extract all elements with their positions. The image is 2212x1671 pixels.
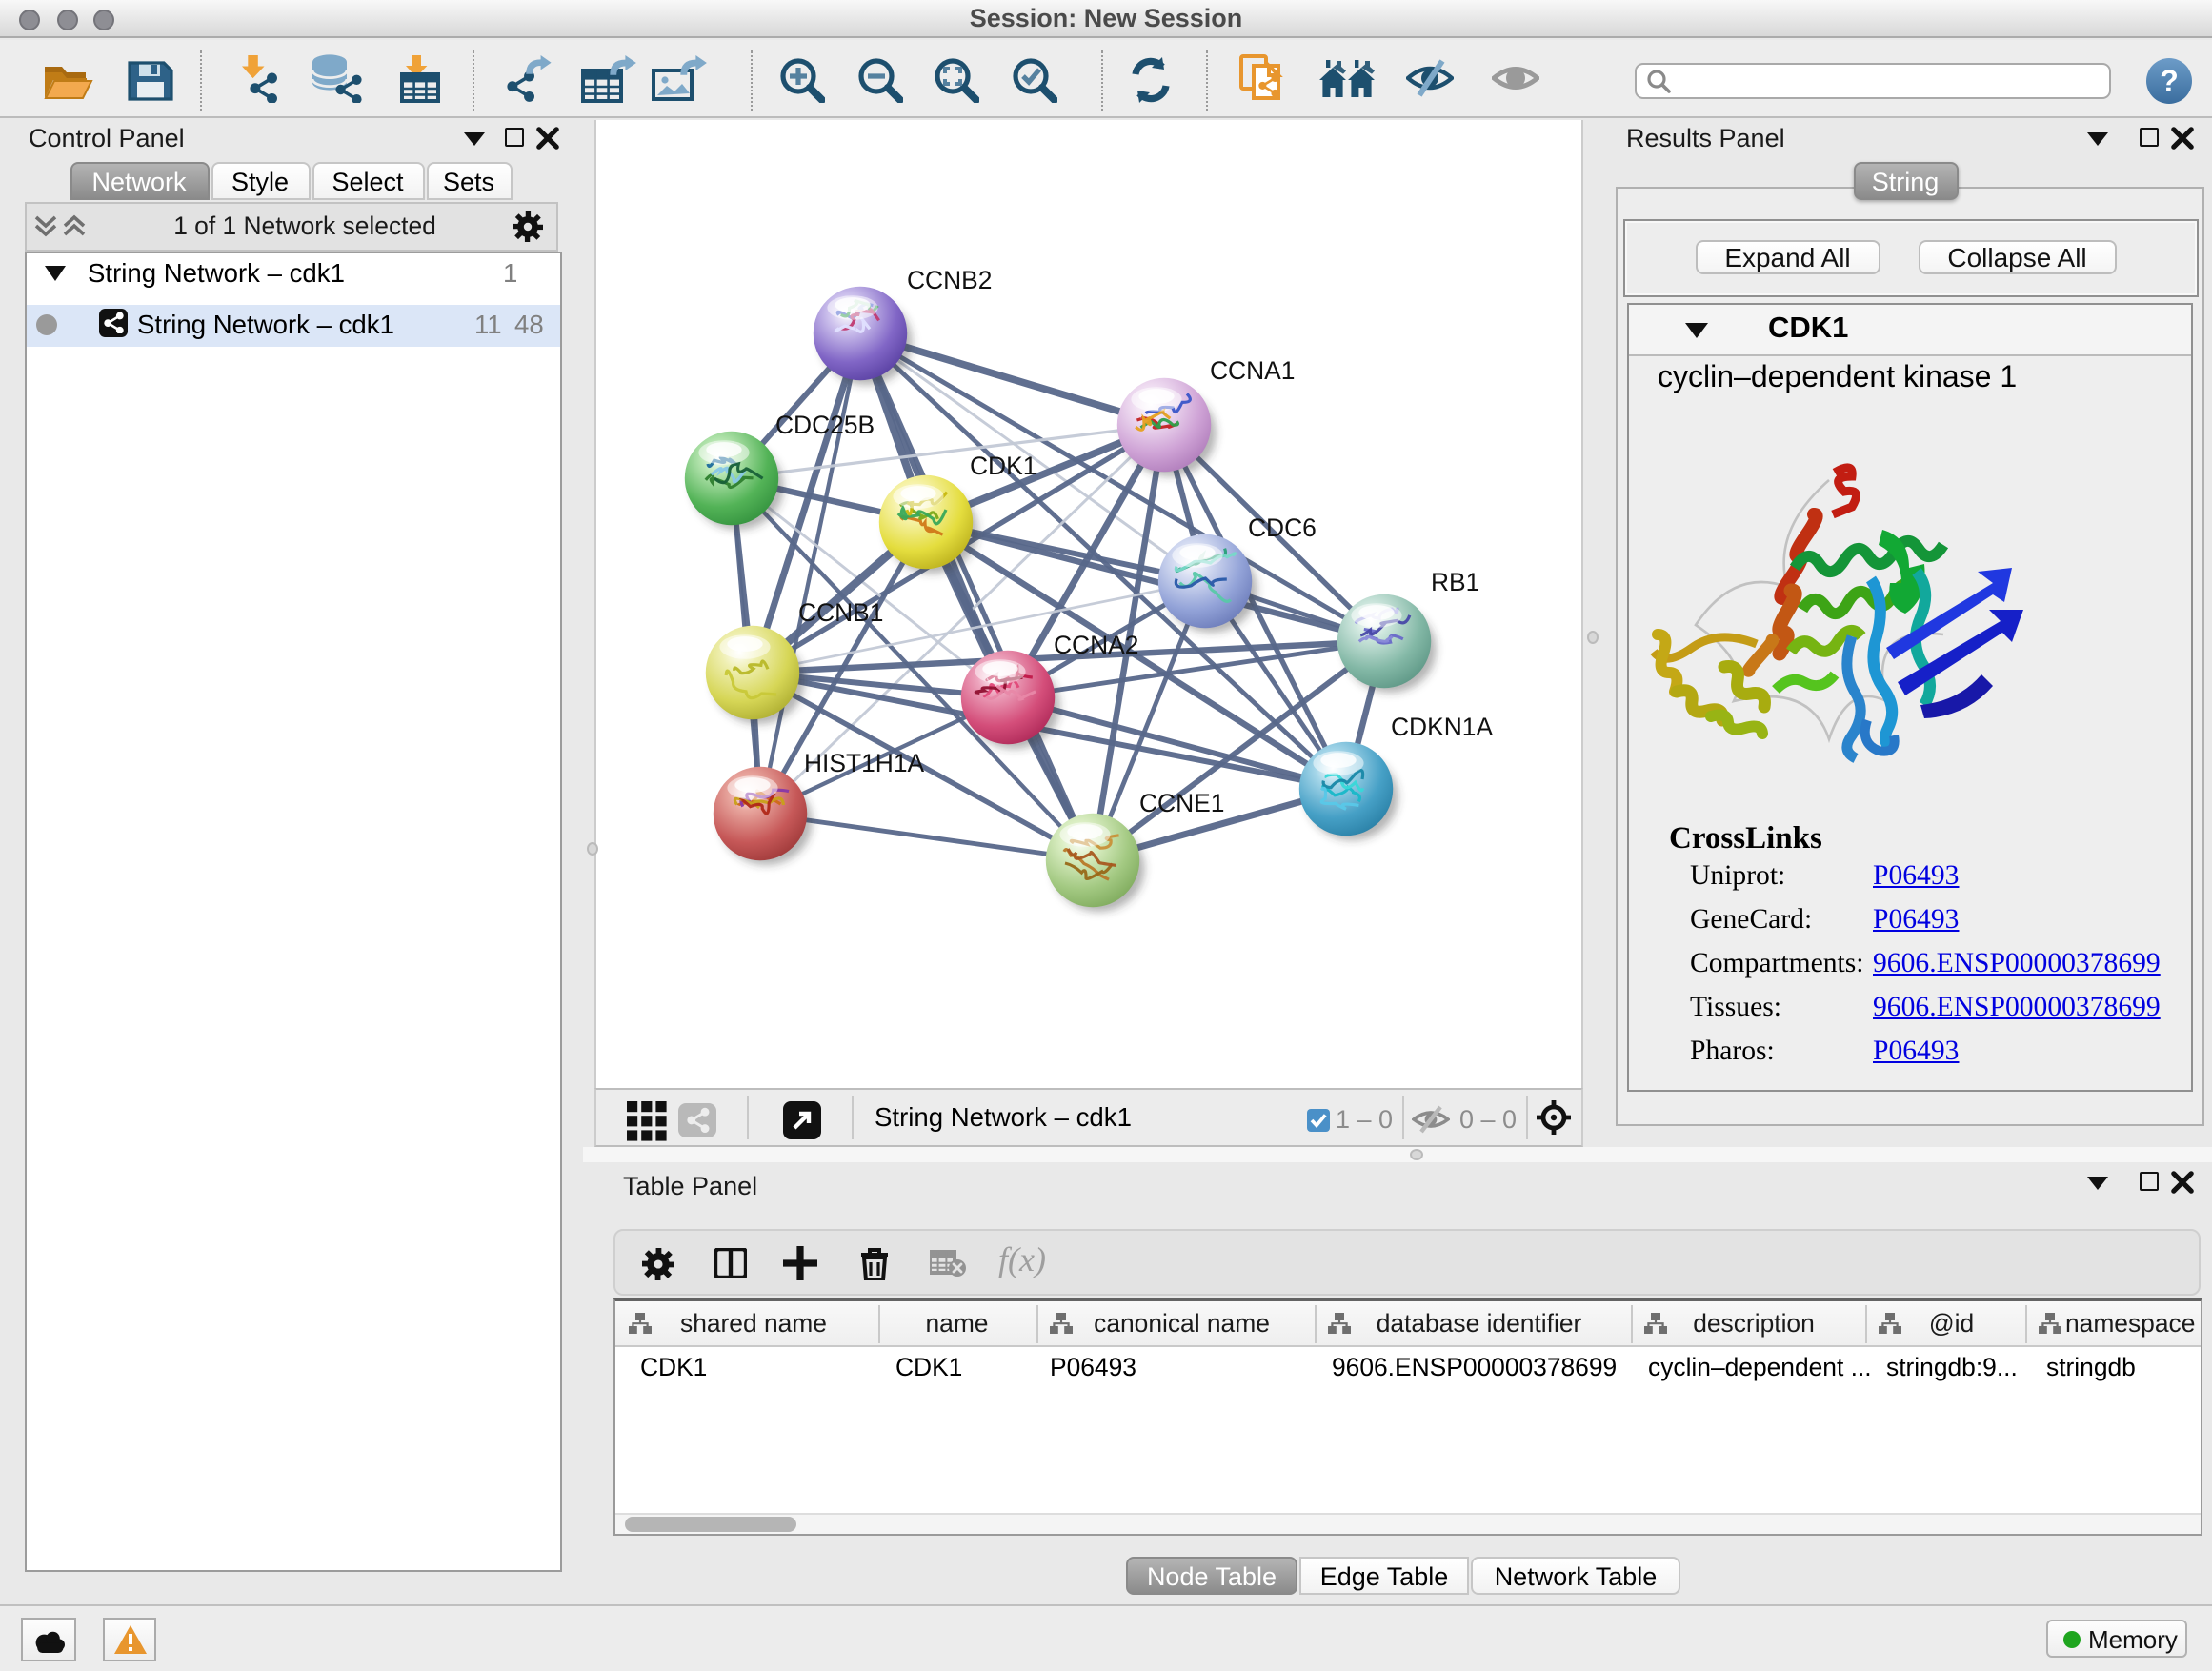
svg-text:CCNA1: CCNA1 bbox=[1210, 356, 1295, 385]
svg-text:CDC6: CDC6 bbox=[1248, 513, 1317, 542]
svg-text:CCNB2: CCNB2 bbox=[907, 266, 992, 294]
svg-text:HIST1H1A: HIST1H1A bbox=[804, 749, 925, 777]
svg-text:CCNA2: CCNA2 bbox=[1054, 631, 1138, 659]
svg-text:CDKN1A: CDKN1A bbox=[1391, 713, 1493, 741]
svg-text:CDK1: CDK1 bbox=[970, 452, 1036, 480]
svg-text:RB1: RB1 bbox=[1431, 568, 1479, 596]
svg-text:?: ? bbox=[2160, 64, 2179, 98]
svg-text:CCNB1: CCNB1 bbox=[798, 598, 883, 627]
svg-text:CCNE1: CCNE1 bbox=[1139, 789, 1224, 817]
svg-text:CDC25B: CDC25B bbox=[775, 411, 875, 439]
